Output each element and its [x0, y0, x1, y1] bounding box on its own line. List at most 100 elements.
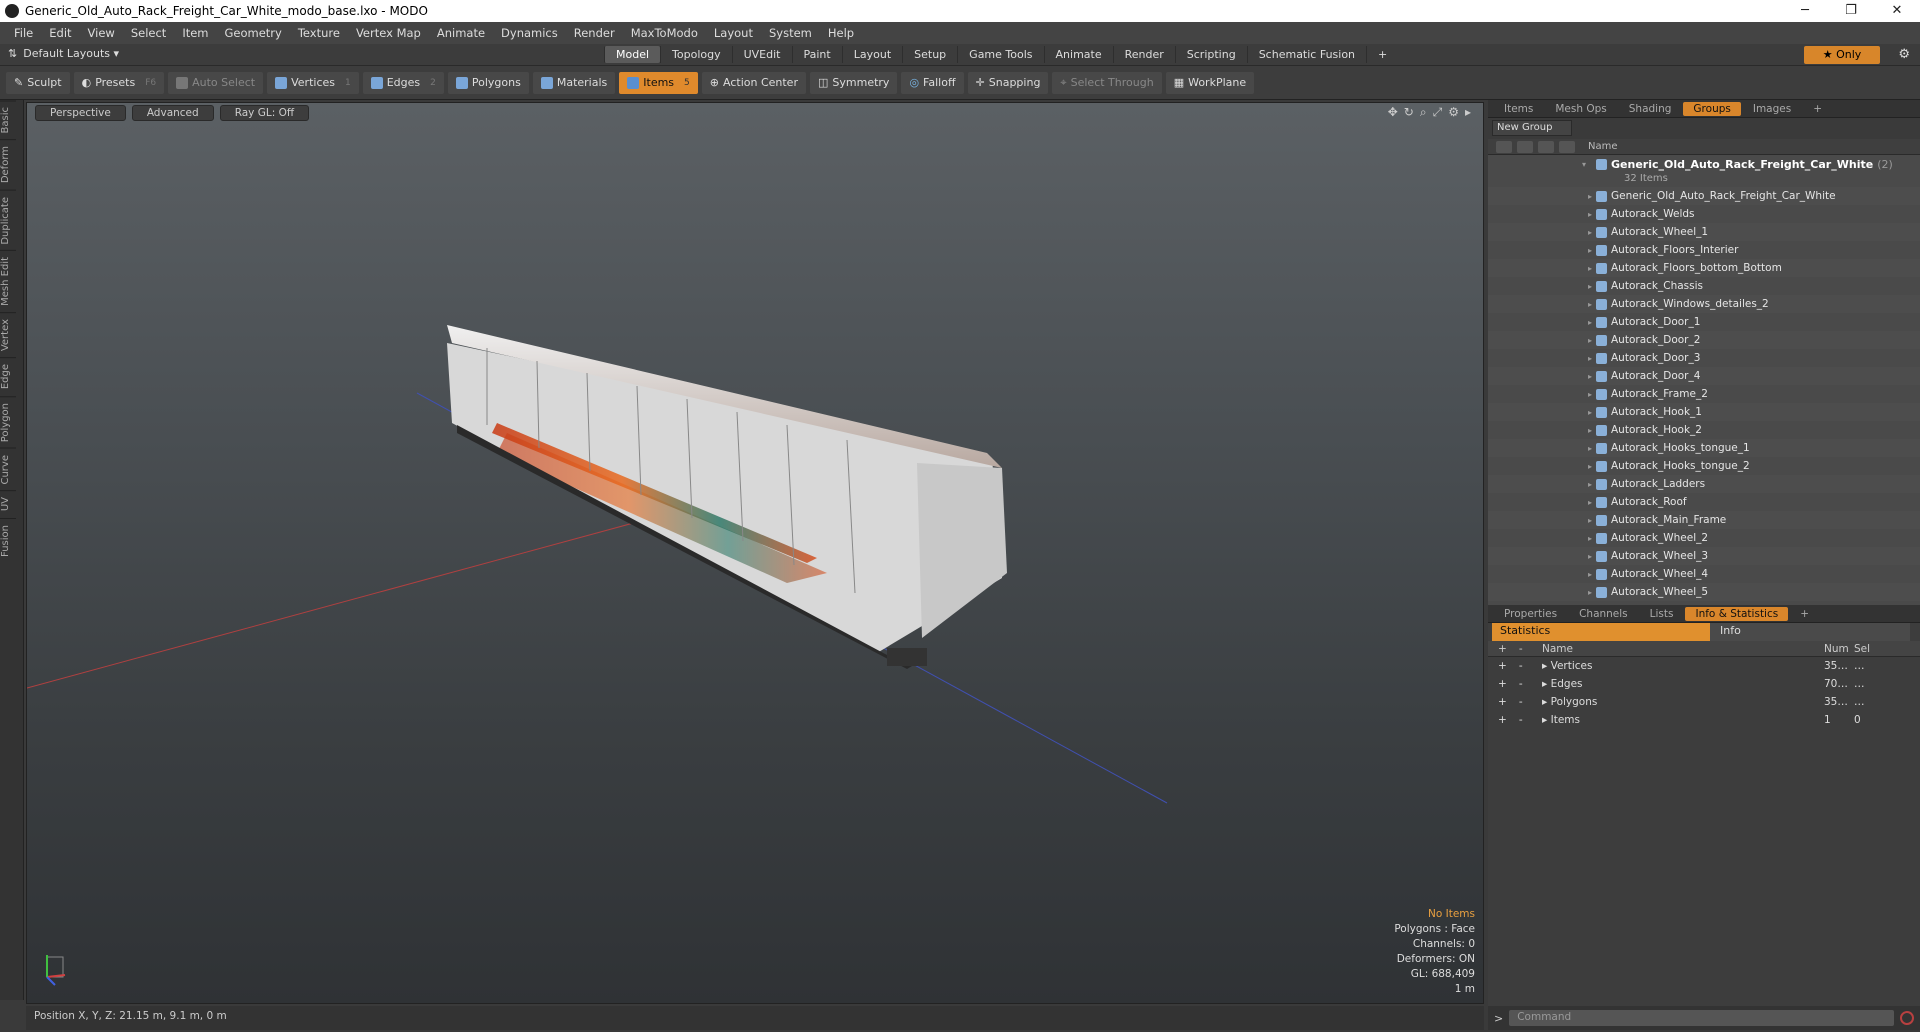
menu-file[interactable]: File [6, 26, 41, 40]
expand-arrow-icon[interactable]: ▸ [1582, 372, 1596, 381]
list-item[interactable]: ▸ Autorack_Main_Frame [1488, 511, 1920, 529]
expand-arrow-icon[interactable]: ▸ [1582, 516, 1596, 525]
list-item[interactable]: ▸ Generic_Old_Auto_Rack_Freight_Car_White [1488, 187, 1920, 205]
menu-select[interactable]: Select [123, 26, 174, 40]
viewport-settings-icon[interactable]: ⚙ [1448, 105, 1459, 120]
expand-arrow-icon[interactable]: ▸ [1582, 390, 1596, 399]
tab-lists[interactable]: Lists [1640, 607, 1684, 621]
expand-arrow-icon[interactable]: ▸ [1582, 588, 1596, 597]
list-item[interactable]: ▸ Autorack_Wheel_5 [1488, 583, 1920, 601]
tab-groups[interactable]: Groups [1683, 101, 1741, 116]
add-panel-tab-button[interactable]: + [1803, 102, 1832, 116]
expand-arrow-icon[interactable]: ▸ [1582, 426, 1596, 435]
record-macro-icon[interactable] [1900, 1011, 1914, 1025]
expand-arrow-icon[interactable]: ▸ [1582, 282, 1596, 291]
expand-arrow-icon[interactable]: ▸ [1582, 318, 1596, 327]
menu-animate[interactable]: Animate [429, 26, 493, 40]
visibility-column-icon[interactable] [1496, 140, 1512, 153]
3d-viewport[interactable]: Perspective Advanced Ray GL: Off ✥ ↻ ⌕ ⤢… [26, 102, 1484, 1004]
materials-mode-button[interactable]: Materials [532, 71, 616, 94]
list-item[interactable]: ▸ Autorack_Floors_bottom_Bottom [1488, 259, 1920, 277]
menu-render[interactable]: Render [566, 26, 623, 40]
sidetab-uv[interactable]: UV [0, 490, 16, 518]
stats-row-items[interactable]: + - ▸ Items 1 0 [1488, 711, 1920, 729]
vertices-mode-button[interactable]: Vertices 1 [267, 71, 359, 94]
expand-arrow-icon[interactable]: ▸ [1582, 210, 1596, 219]
info-subtab[interactable]: Info [1710, 623, 1910, 641]
list-item[interactable]: ▸ Autorack_Door_1 [1488, 313, 1920, 331]
expand-arrow-icon[interactable]: ▸ [1582, 552, 1596, 561]
expand-arrow-icon[interactable]: ▸ [1582, 228, 1596, 237]
expand-arrow-icon[interactable]: ▸ [1582, 444, 1596, 453]
items-mode-button[interactable]: Items 5 [619, 71, 698, 94]
tab-info-statistics[interactable]: Info & Statistics [1685, 606, 1789, 621]
tab-scripting[interactable]: Scripting [1174, 46, 1247, 63]
menu-view[interactable]: View [80, 26, 123, 40]
zoom-icon[interactable]: ⌕ [1420, 105, 1427, 120]
select-through-button[interactable]: ⌖ Select Through [1052, 71, 1162, 94]
tab-layout[interactable]: Layout [841, 46, 902, 63]
list-item[interactable]: ▸ Autorack_Door_3 [1488, 349, 1920, 367]
list-item[interactable]: ▸ Autorack_Hook_1 [1488, 403, 1920, 421]
minimize-button[interactable]: ─ [1782, 0, 1828, 22]
menu-texture[interactable]: Texture [290, 26, 348, 40]
expand-arrow-icon[interactable]: ▸ [1582, 462, 1596, 471]
tab-properties[interactable]: Properties [1494, 607, 1567, 621]
list-item[interactable]: ▸ Autorack_Wheel_4 [1488, 565, 1920, 583]
list-item[interactable]: ▸ Autorack_Wheel_2 [1488, 529, 1920, 547]
list-item[interactable]: ▸ Autorack_Door_2 [1488, 331, 1920, 349]
new-group-button[interactable]: New Group [1492, 120, 1572, 136]
falloff-button[interactable]: ◎ Falloff [901, 71, 964, 94]
sidetab-vertex[interactable]: Vertex [0, 312, 16, 358]
lock-column-icon[interactable] [1538, 140, 1554, 153]
gear-icon[interactable]: ⚙ [1898, 47, 1910, 62]
list-item[interactable]: ▸ Autorack_Roof [1488, 493, 1920, 511]
tab-animate[interactable]: Animate [1043, 46, 1113, 63]
raygl-toggle[interactable]: Ray GL: Off [219, 105, 310, 121]
list-item[interactable]: ▸ Autorack_Hooks_tongue_1 [1488, 439, 1920, 457]
tab-topology[interactable]: Topology [660, 46, 732, 63]
expand-arrow-icon[interactable]: ▸ [1582, 498, 1596, 507]
expand-arrow-icon[interactable]: ▸ [1582, 336, 1596, 345]
list-item[interactable]: ▸ Autorack_Wheel_1 [1488, 223, 1920, 241]
list-item[interactable]: ▸ Autorack_Hook_2 [1488, 421, 1920, 439]
menu-vertex-map[interactable]: Vertex Map [348, 26, 429, 40]
close-button[interactable]: ✕ [1874, 0, 1920, 22]
sidetab-polygon[interactable]: Polygon [0, 395, 16, 448]
expand-arrow-icon[interactable]: ▸ [1582, 300, 1596, 309]
list-item[interactable]: ▸ Autorack_Door_4 [1488, 367, 1920, 385]
menu-dynamics[interactable]: Dynamics [493, 26, 566, 40]
view-perspective-dropdown[interactable]: Perspective [35, 105, 126, 121]
workplane-button[interactable]: ▦ WorkPlane [1165, 71, 1255, 94]
sidetab-deform[interactable]: Deform [0, 139, 16, 190]
tab-items[interactable]: Items [1494, 102, 1543, 116]
expand-arrow-icon[interactable]: ▸ [1582, 246, 1596, 255]
sidetab-curve[interactable]: Curve [0, 447, 16, 491]
layout-selector[interactable]: ⇅ Default Layouts ▾ [8, 47, 119, 60]
render-column-icon[interactable] [1517, 140, 1533, 153]
viewport-menu-icon[interactable]: ▸ [1465, 105, 1471, 120]
list-item[interactable]: ▸ Autorack_Hooks_tongue_2 [1488, 457, 1920, 475]
maximize-button[interactable]: ❐ [1828, 0, 1874, 22]
list-item[interactable]: ▸ Autorack_Windows_detailes_2 [1488, 295, 1920, 313]
name-column-header[interactable]: Name [1582, 141, 1618, 152]
tab-setup[interactable]: Setup [902, 46, 957, 63]
sidetab-fusion[interactable]: Fusion [0, 517, 16, 563]
tab-channels[interactable]: Channels [1569, 607, 1638, 621]
fit-view-icon[interactable]: ⤢ [1433, 105, 1443, 120]
sidetab-basic[interactable]: Basic [0, 100, 16, 140]
menu-edit[interactable]: Edit [41, 26, 79, 40]
only-toggle-button[interactable]: ★ Only [1804, 46, 1880, 64]
snapping-button[interactable]: ✛ Snapping [967, 71, 1049, 94]
expand-arrow-icon[interactable]: ▸ [1582, 408, 1596, 417]
auto-select-button[interactable]: Auto Select [168, 71, 264, 94]
tab-game-tools[interactable]: Game Tools [957, 46, 1043, 63]
expand-arrow-icon[interactable]: ▸ [1582, 264, 1596, 273]
expand-arrow-icon[interactable]: ▸ [1582, 534, 1596, 543]
rotate-icon[interactable]: ↻ [1404, 105, 1414, 120]
statistics-subtab[interactable]: Statistics [1492, 623, 1710, 641]
menu-geometry[interactable]: Geometry [217, 26, 290, 40]
list-item[interactable]: ▸ Autorack_Welds [1488, 205, 1920, 223]
shading-advanced-dropdown[interactable]: Advanced [131, 105, 214, 121]
menu-item[interactable]: Item [174, 26, 216, 40]
